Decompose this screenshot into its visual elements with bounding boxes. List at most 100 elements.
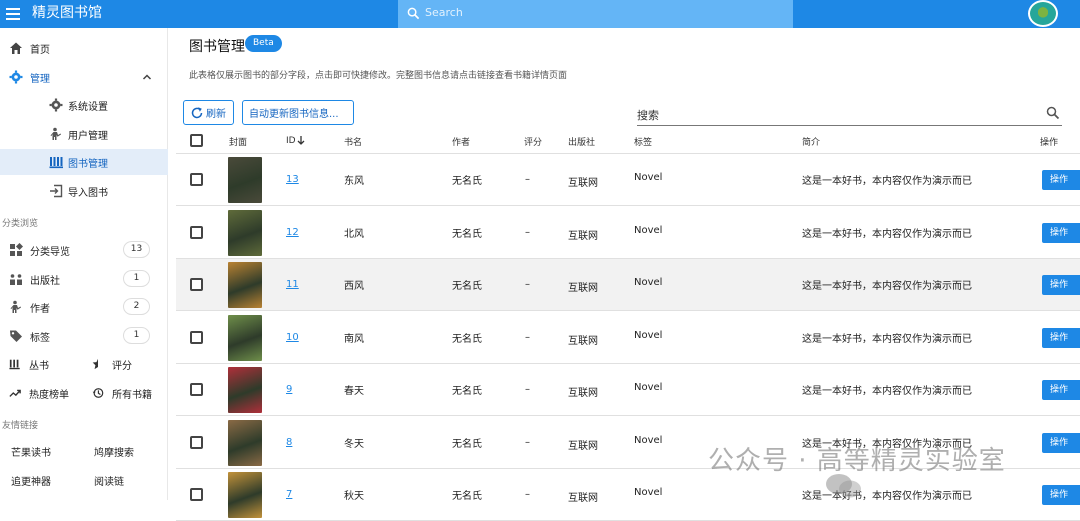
book-cover-image[interactable]	[228, 157, 262, 203]
row-checkbox[interactable]	[190, 383, 203, 396]
link-item[interactable]: 鸠摩搜索	[94, 438, 134, 464]
book-rating[interactable]: –	[525, 332, 530, 343]
action-button[interactable]: 操作	[1042, 485, 1080, 505]
book-rating[interactable]: –	[525, 437, 530, 448]
chevron-up-icon[interactable]	[142, 72, 152, 82]
book-rating[interactable]: –	[525, 279, 530, 290]
menu-icon[interactable]	[6, 6, 20, 20]
table-row[interactable]: 12 北风 无名氏 – 互联网 Novel 这是一本好书，本内容仅作为演示而已 操作	[176, 206, 1080, 259]
table-row[interactable]: 9 春天 无名氏 – 互联网 Novel 这是一本好书，本内容仅作为演示而已 操作	[176, 364, 1080, 416]
action-button[interactable]: 操作	[1042, 327, 1080, 348]
book-rating[interactable]: –	[525, 174, 530, 185]
link-item[interactable]: 阅读链	[94, 467, 124, 493]
row-checkbox[interactable]	[190, 173, 203, 186]
book-summary[interactable]: 这是一本好书，本内容仅作为演示而已	[802, 172, 972, 187]
book-tag[interactable]: Novel	[634, 435, 662, 446]
book-title[interactable]: 东风	[344, 172, 364, 187]
book-cover-image[interactable]	[228, 314, 262, 361]
book-publisher[interactable]: 互联网	[568, 174, 598, 189]
book-rating[interactable]: –	[525, 227, 530, 238]
book-author[interactable]: 无名氏	[452, 435, 482, 450]
book-tag[interactable]: Novel	[634, 330, 662, 341]
book-summary[interactable]: 这是一本好书，本内容仅作为演示而已	[802, 225, 972, 240]
nav-book-manage[interactable]: 图书管理	[0, 149, 168, 175]
tool-rating[interactable]: 评分	[92, 351, 132, 377]
book-title[interactable]: 春天	[344, 382, 364, 397]
book-cover-image[interactable]	[228, 472, 262, 518]
action-button[interactable]: 操作	[1042, 170, 1080, 190]
book-author[interactable]: 无名氏	[452, 277, 482, 292]
book-publisher[interactable]: 互联网	[568, 279, 598, 294]
row-checkbox[interactable]	[190, 488, 203, 501]
nav-manage[interactable]: 管理	[0, 64, 168, 90]
nav-home[interactable]: 首页	[0, 35, 168, 61]
book-author[interactable]: 无名氏	[452, 382, 482, 397]
nav-import-books[interactable]: 导入图书	[0, 178, 168, 204]
book-id-link[interactable]: 12	[286, 227, 299, 238]
browse-category[interactable]: 分类导览 13	[0, 237, 168, 263]
auto-update-button[interactable]: 自动更新图书信息...	[242, 100, 354, 125]
book-summary[interactable]: 这是一本好书，本内容仅作为演示而已	[802, 277, 972, 292]
book-id-link[interactable]: 8	[286, 437, 292, 448]
nav-user-manage[interactable]: 用户管理	[0, 121, 168, 147]
book-tag[interactable]: Novel	[634, 225, 662, 236]
book-publisher[interactable]: 互联网	[568, 227, 598, 242]
book-publisher[interactable]: 互联网	[568, 332, 598, 347]
row-checkbox[interactable]	[190, 278, 203, 291]
book-author[interactable]: 无名氏	[452, 330, 482, 345]
book-summary[interactable]: 这是一本好书，本内容仅作为演示而已	[802, 330, 972, 345]
book-author[interactable]: 无名氏	[452, 172, 482, 187]
link-item[interactable]: 芒果读书	[11, 438, 51, 464]
refresh-button[interactable]: 刷新	[183, 100, 234, 125]
book-title[interactable]: 西风	[344, 277, 364, 292]
book-title[interactable]: 北风	[344, 225, 364, 240]
action-button[interactable]: 操作	[1042, 380, 1080, 400]
table-row[interactable]: 13 东风 无名氏 – 互联网 Novel 这是一本好书，本内容仅作为演示而已 操作	[176, 154, 1080, 206]
book-rating[interactable]: –	[525, 384, 530, 395]
row-checkbox[interactable]	[190, 225, 203, 239]
book-id-link[interactable]: 10	[286, 332, 299, 343]
book-id-link[interactable]: 11	[286, 279, 299, 290]
app-title[interactable]: 精灵图书馆	[32, 3, 102, 23]
nav-system-settings[interactable]: 系统设置	[0, 92, 168, 118]
book-rating[interactable]: –	[525, 489, 530, 500]
action-button[interactable]: 操作	[1042, 432, 1080, 453]
book-cover-image[interactable]	[228, 419, 262, 466]
book-publisher[interactable]: 互联网	[568, 384, 598, 399]
book-title[interactable]: 南风	[344, 330, 364, 345]
book-publisher[interactable]: 互联网	[568, 437, 598, 452]
column-id[interactable]: ID	[286, 135, 306, 146]
book-summary[interactable]: 这是一本好书，本内容仅作为演示而已	[802, 382, 972, 397]
row-checkbox[interactable]	[190, 435, 203, 449]
browse-publisher[interactable]: 出版社 1	[0, 266, 168, 292]
avatar[interactable]	[1028, 0, 1058, 27]
action-button[interactable]: 操作	[1042, 275, 1080, 295]
book-title[interactable]: 冬天	[344, 435, 364, 450]
link-item[interactable]: 追更神器	[11, 467, 51, 493]
book-tag[interactable]: Novel	[634, 487, 662, 498]
book-cover-image[interactable]	[228, 367, 262, 413]
tool-all-books[interactable]: 所有书籍	[92, 380, 152, 406]
book-id-link[interactable]: 9	[286, 384, 292, 395]
select-all-checkbox[interactable]	[190, 134, 203, 147]
row-checkbox[interactable]	[190, 330, 203, 344]
book-tag[interactable]: Novel	[634, 172, 662, 183]
book-author[interactable]: 无名氏	[452, 225, 482, 240]
table-search-input[interactable]: 搜索	[637, 104, 1062, 126]
table-row[interactable]: 10 南风 无名氏 – 互联网 Novel 这是一本好书，本内容仅作为演示而已 操作	[176, 311, 1080, 364]
search-bar[interactable]: Search	[398, 0, 793, 28]
book-cover-image[interactable]	[228, 262, 262, 308]
book-id-link[interactable]: 13	[286, 174, 299, 185]
tool-series[interactable]: 丛书	[9, 351, 49, 377]
book-id-link[interactable]: 7	[286, 489, 292, 500]
action-button[interactable]: 操作	[1042, 222, 1080, 243]
search-icon[interactable]	[1046, 106, 1060, 120]
table-row[interactable]: 11 西风 无名氏 – 互联网 Novel 这是一本好书，本内容仅作为演示而已 操作	[176, 259, 1080, 311]
book-cover-image[interactable]	[228, 209, 262, 256]
book-tag[interactable]: Novel	[634, 277, 662, 288]
browse-author[interactable]: 作者 2	[0, 294, 168, 320]
book-publisher[interactable]: 互联网	[568, 489, 598, 504]
tool-trending[interactable]: 热度榜单	[9, 380, 69, 406]
book-tag[interactable]: Novel	[634, 382, 662, 393]
browse-tag[interactable]: 标签 1	[0, 323, 168, 349]
